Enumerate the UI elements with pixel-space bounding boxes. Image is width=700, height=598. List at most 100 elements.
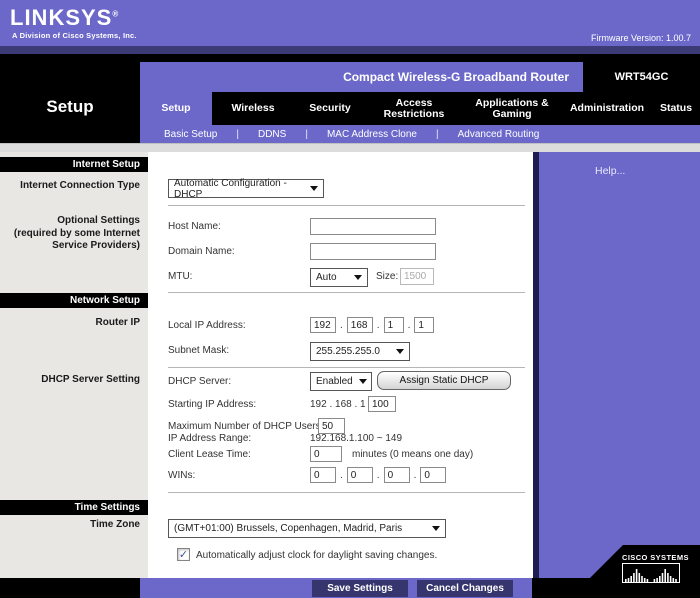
section-time-settings: Time Settings xyxy=(0,500,148,515)
content-top-band xyxy=(0,143,700,152)
local-ip-octet-4[interactable] xyxy=(414,317,434,333)
content-area xyxy=(148,152,533,578)
time-zone-select[interactable]: (GMT+01:00) Brussels, Copenhagen, Madrid… xyxy=(168,519,446,538)
divider xyxy=(168,492,525,493)
domain-name-label: Domain Name: xyxy=(168,246,235,257)
octet-dot: . xyxy=(414,470,417,481)
tab-access-restrictions[interactable]: Access Restrictions xyxy=(366,92,462,125)
local-ip-octet-3[interactable] xyxy=(384,317,404,333)
linksys-logo: LINKSYS® xyxy=(10,5,119,31)
local-ip-octets: . . . xyxy=(310,317,434,333)
section-network-setup: Network Setup xyxy=(0,293,148,308)
dhcp-server-select[interactable]: Enabled xyxy=(310,372,372,391)
subnav-mac-address-clone[interactable]: MAC Address Clone xyxy=(327,129,417,140)
octet-dot: . xyxy=(377,470,380,481)
save-settings-button[interactable]: Save Settings xyxy=(312,580,408,597)
size-label: Size: xyxy=(376,271,398,282)
subnet-mask-select[interactable]: 255.255.255.0 xyxy=(310,342,410,361)
cancel-changes-button[interactable]: Cancel Changes xyxy=(417,580,513,597)
tab-wireless[interactable]: Wireless xyxy=(212,92,294,125)
product-title: Compact Wireless-G Broadband Router xyxy=(140,62,583,92)
max-dhcp-users-label: Maximum Number of DHCP Users: xyxy=(168,421,323,432)
daylight-saving-label: Automatically adjust clock for daylight … xyxy=(196,550,437,561)
top-header: LINKSYS® A Division of Cisco Systems, In… xyxy=(0,0,700,46)
client-lease-label: Client Lease Time: xyxy=(168,449,251,460)
time-zone-value: (GMT+01:00) Brussels, Copenhagen, Madrid… xyxy=(174,523,402,534)
subnav-separator: | xyxy=(236,129,239,140)
optional-settings-line2: (required by some Internet xyxy=(0,228,140,241)
octet-dot: . xyxy=(377,320,380,331)
mtu-value: Auto xyxy=(316,272,337,283)
tab-status[interactable]: Status xyxy=(652,92,700,125)
daylight-saving-checkbox[interactable]: ✓ xyxy=(177,548,190,561)
dropdown-arrow-icon xyxy=(432,526,440,531)
divider xyxy=(168,292,525,293)
octet-dot: . xyxy=(340,320,343,331)
registered-mark: ® xyxy=(112,10,119,19)
octet-dot: . xyxy=(408,320,411,331)
cisco-logo-icon xyxy=(622,563,680,583)
subnet-mask-label: Subnet Mask: xyxy=(168,345,229,356)
client-lease-input[interactable] xyxy=(310,446,342,462)
ip-range-label: IP Address Range: xyxy=(168,433,251,444)
tab-security[interactable]: Security xyxy=(294,92,366,125)
dropdown-arrow-icon xyxy=(359,379,367,384)
tab-administration[interactable]: Administration xyxy=(562,92,652,125)
router-admin-page: LINKSYS® A Division of Cisco Systems, In… xyxy=(0,0,700,598)
subnav-basic-setup[interactable]: Basic Setup xyxy=(164,129,217,140)
max-dhcp-users-input[interactable] xyxy=(318,418,345,434)
label-time-zone: Time Zone xyxy=(0,519,140,532)
subnet-mask-value: 255.255.255.0 xyxy=(316,346,380,357)
internet-connection-type-select[interactable]: Automatic Configuration - DHCP xyxy=(168,179,324,198)
tab-applications-gaming[interactable]: Applications & Gaming xyxy=(462,92,562,125)
subnav-advanced-routing[interactable]: Advanced Routing xyxy=(458,129,540,140)
wins-octet-1[interactable] xyxy=(310,467,336,483)
divider xyxy=(168,367,525,368)
domain-name-input[interactable] xyxy=(310,243,436,260)
subnav-ddns[interactable]: DDNS xyxy=(258,129,286,140)
dropdown-arrow-icon xyxy=(354,275,362,280)
internet-connection-type-value: Automatic Configuration - DHCP xyxy=(174,178,304,200)
logo-tagline: A Division of Cisco Systems, Inc. xyxy=(12,31,137,40)
divider xyxy=(168,205,525,206)
page-title: Setup xyxy=(0,97,140,117)
wins-octets: . . . xyxy=(310,467,446,483)
header-divider-strip xyxy=(0,46,700,54)
subnav-separator: | xyxy=(305,129,308,140)
mtu-label: MTU: xyxy=(168,271,192,282)
tab-setup[interactable]: Setup xyxy=(140,92,212,125)
dropdown-arrow-icon xyxy=(396,349,404,354)
starting-ip-prefix: 192 . 168 . 1 . xyxy=(310,399,371,410)
dhcp-server-value: Enabled xyxy=(316,376,353,387)
optional-settings-line1: Optional Settings xyxy=(0,215,140,228)
wins-octet-3[interactable] xyxy=(384,467,410,483)
sub-navbar: Basic Setup | DDNS | MAC Address Clone |… xyxy=(140,125,700,143)
local-ip-octet-1[interactable] xyxy=(310,317,336,333)
label-dhcp-server-setting: DHCP Server Setting xyxy=(0,374,140,387)
octet-dot: . xyxy=(340,470,343,481)
optional-settings-line3: Service Providers) xyxy=(0,240,140,253)
host-name-input[interactable] xyxy=(310,218,436,235)
wins-octet-2[interactable] xyxy=(347,467,373,483)
dhcp-server-label: DHCP Server: xyxy=(168,376,231,387)
cisco-logo-text: Cisco Systems xyxy=(622,553,689,562)
help-link[interactable]: Help... xyxy=(595,165,625,177)
mtu-size-input xyxy=(400,268,434,285)
starting-ip-input[interactable] xyxy=(368,396,396,412)
help-panel: Help... xyxy=(539,152,700,578)
linksys-logo-text: LINKSYS xyxy=(10,5,112,30)
client-lease-suffix: minutes (0 means one day) xyxy=(352,449,473,460)
dropdown-arrow-icon xyxy=(310,186,318,191)
label-internet-connection-type: Internet Connection Type xyxy=(0,180,140,193)
assign-static-dhcp-button[interactable]: Assign Static DHCP xyxy=(377,371,511,390)
starting-ip-label: Starting IP Address: xyxy=(168,399,256,410)
wins-octet-4[interactable] xyxy=(420,467,446,483)
local-ip-octet-2[interactable] xyxy=(347,317,373,333)
subnav-separator: | xyxy=(436,129,439,140)
checkmark-icon: ✓ xyxy=(179,548,188,561)
model-number: WRT54GC xyxy=(583,62,700,92)
mtu-select[interactable]: Auto xyxy=(310,268,368,287)
main-tabbar: Setup Wireless Security Access Restricti… xyxy=(140,92,700,125)
host-name-label: Host Name: xyxy=(168,221,221,232)
section-internet-setup: Internet Setup xyxy=(0,157,148,172)
